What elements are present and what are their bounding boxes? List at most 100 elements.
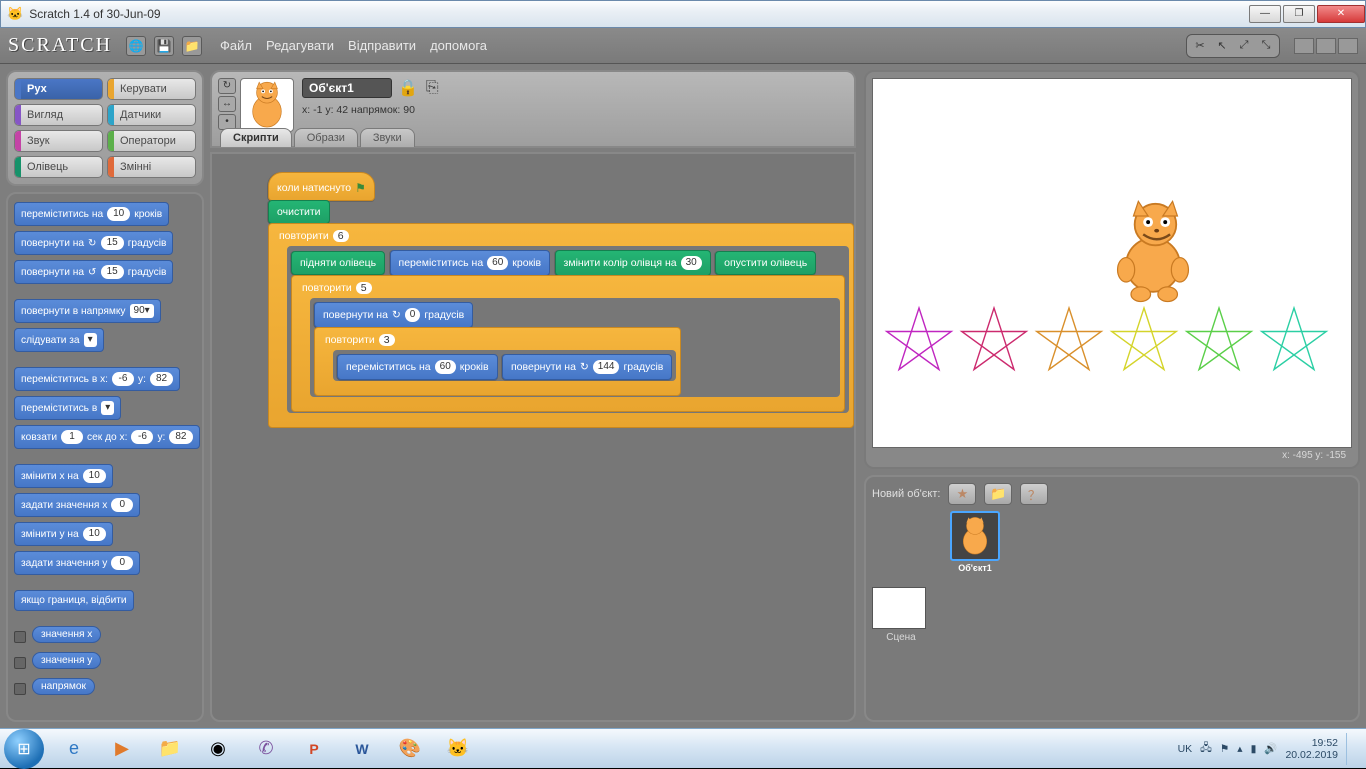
palette-point-dir[interactable]: повернути в напрямку90▾ [14, 299, 161, 323]
tray-flag-icon[interactable]: ⚑ [1220, 743, 1229, 755]
taskbar-wmp-icon[interactable]: ▶ [100, 733, 144, 765]
tray-lang[interactable]: UK [1178, 743, 1193, 755]
app-icon: 🐱 [7, 6, 23, 22]
tab-sounds[interactable]: Звуки [360, 128, 415, 147]
sprite-list-item-selected[interactable]: Об'єкт1 [946, 511, 1004, 573]
palette-reporter[interactable]: значення y [14, 652, 196, 674]
view-present[interactable] [1338, 38, 1358, 54]
pointer-icon[interactable]: ↖ [1212, 37, 1232, 55]
taskbar-ie-icon[interactable]: e [52, 733, 96, 765]
palette-set-y[interactable]: задати значення y0 [14, 551, 140, 575]
tray-battery-icon[interactable]: ▮ [1251, 743, 1257, 755]
stage-star [1258, 304, 1333, 385]
rotate-style-lr-icon[interactable]: ↔ [218, 96, 236, 112]
taskbar-chrome-icon[interactable]: ◉ [196, 733, 240, 765]
palette-move-steps[interactable]: переміститись на10кроків [14, 202, 169, 226]
script-area[interactable]: коли натиснуто ⚑ очистити повторити6 під… [210, 152, 856, 722]
category-рух[interactable]: Рух [14, 78, 103, 100]
category-змінні[interactable]: Змінні [107, 156, 196, 178]
block-clear[interactable]: очистити [268, 200, 330, 224]
new-sprite-paint-icon[interactable]: ★ [948, 483, 976, 505]
palette-bounce[interactable]: якщо границя, відбити [14, 590, 134, 611]
palette-change-y[interactable]: змінити y на10 [14, 522, 113, 546]
taskbar-scratch-icon[interactable]: 🐱 [436, 733, 480, 765]
palette-reporter[interactable]: напрямок [14, 678, 196, 700]
palette-goto-xy[interactable]: переміститись в x:-6y:82 [14, 367, 180, 391]
palette-turn-ccw[interactable]: повернути на↺15градусів [14, 260, 173, 284]
tab-costumes[interactable]: Образи [294, 128, 358, 147]
menu-edit[interactable]: Редагувати [266, 38, 334, 53]
block-pen-up[interactable]: підняти олівець [291, 251, 385, 275]
mouse-coords: x: -495 y: -155 [872, 448, 1352, 461]
save-icon[interactable]: 💾 [154, 36, 174, 56]
menu-file[interactable]: Файл [220, 38, 252, 53]
app-body: РухКеруватиВиглядДатчикиЗвукОператориОлі… [0, 64, 1366, 728]
tray-volume-icon[interactable]: 🔊 [1264, 742, 1277, 755]
category-олівець[interactable]: Олівець [14, 156, 103, 178]
os-taskbar: ⊞ e ▶ 📁 ◉ ✆ P W 🎨 🐱 UK 🖧 ⚑ ▴ ▮ 🔊 19:52 2… [0, 728, 1366, 768]
maximize-button[interactable]: ❐ [1283, 5, 1315, 23]
palette-set-x[interactable]: задати значення x0 [14, 493, 140, 517]
sprite-thumb[interactable] [240, 78, 294, 132]
stage[interactable] [872, 78, 1352, 448]
rotate-style-full-icon[interactable]: ↻ [218, 78, 236, 94]
taskbar-paint-icon[interactable]: 🎨 [388, 733, 432, 765]
folder-icon[interactable]: 📁 [182, 36, 202, 56]
tray-chevron-up-icon[interactable]: ▴ [1237, 743, 1242, 755]
block-turn-144[interactable]: повернути на↻144градусів [502, 354, 672, 380]
category-звук[interactable]: Звук [14, 130, 103, 152]
show-desktop-button[interactable] [1346, 733, 1356, 765]
new-sprite-file-icon[interactable]: 📁 [984, 483, 1012, 505]
view-small[interactable] [1294, 38, 1314, 54]
category-оператори[interactable]: Оператори [107, 130, 196, 152]
stage-column: x: -495 y: -155 Новий об'єкт: ★ 📁 ？ Об'є… [860, 64, 1366, 728]
stage-star [958, 304, 1033, 385]
category-вигляд[interactable]: Вигляд [14, 104, 103, 126]
category-керувати[interactable]: Керувати [107, 78, 196, 100]
block-pen-down[interactable]: опустити олівець [715, 251, 816, 275]
category-датчики[interactable]: Датчики [107, 104, 196, 126]
start-button[interactable]: ⊞ [4, 729, 44, 769]
block-move-60[interactable]: переміститись на60кроків [390, 250, 551, 276]
tab-scripts[interactable]: Скрипти [220, 128, 292, 147]
window-title: Scratch 1.4 of 30-Jun-09 [29, 7, 160, 21]
taskbar-viber-icon[interactable]: ✆ [244, 733, 288, 765]
block-change-pen-color[interactable]: змінити колір олівця на30 [555, 250, 711, 276]
menu-help[interactable]: допомога [430, 38, 487, 53]
block-repeat-5[interactable]: повторити5 повернути на↻0градусів повтор… [291, 275, 845, 412]
stage-thumb[interactable]: Сцена [872, 587, 930, 643]
block-turn-0[interactable]: повернути на↻0градусів [314, 302, 473, 328]
menu-share[interactable]: Відправити [348, 38, 416, 53]
stage-star [1183, 304, 1258, 385]
view-normal[interactable] [1316, 38, 1336, 54]
palette-turn-cw[interactable]: повернути на↻15градусів [14, 231, 173, 255]
lock-icon[interactable]: 🔒 [398, 78, 418, 98]
shrink-icon[interactable]: ⤡ [1256, 37, 1276, 55]
stamp-icon[interactable]: ✂ [1190, 37, 1210, 55]
sprite-header: ↻ ↔ • Об'єкт1 🔒 ⎘ [210, 70, 856, 148]
grow-icon[interactable]: ⤢ [1234, 37, 1254, 55]
palette-reporter[interactable]: значення x [14, 626, 196, 648]
block-repeat-3[interactable]: повторити3 переміститись на60кроків пове… [314, 327, 681, 396]
globe-icon[interactable]: 🌐 [126, 36, 146, 56]
palette-point-towards[interactable]: слідувати за▾ [14, 328, 104, 352]
tray-network-icon[interactable]: 🖧 [1200, 740, 1212, 758]
taskbar-powerpoint-icon[interactable]: P [292, 733, 336, 765]
block-repeat-6[interactable]: повторити6 підняти олівець переміститись… [268, 223, 854, 428]
tray-clock[interactable]: 19:52 20.02.2019 [1285, 737, 1338, 761]
scratch-logo: SCRATCH [8, 34, 112, 57]
palette-change-x[interactable]: змінити x на10 [14, 464, 113, 488]
new-sprite-surprise-icon[interactable]: ？ [1020, 483, 1048, 505]
palette-goto[interactable]: переміститись в▾ [14, 396, 121, 420]
taskbar-word-icon[interactable]: W [340, 733, 384, 765]
sprite-name-field[interactable]: Об'єкт1 [302, 78, 392, 98]
export-icon[interactable]: ⎘ [426, 79, 439, 97]
taskbar-explorer-icon[interactable]: 📁 [148, 733, 192, 765]
close-button[interactable]: ✕ [1317, 5, 1365, 23]
script-stack[interactable]: коли натиснуто ⚑ очистити повторити6 під… [268, 172, 854, 427]
block-move-60b[interactable]: переміститись на60кроків [337, 354, 498, 380]
block-when-flag[interactable]: коли натиснуто ⚑ [268, 172, 375, 201]
minimize-button[interactable]: — [1249, 5, 1281, 23]
stage-sprite-cat[interactable] [1103, 194, 1203, 309]
palette-glide[interactable]: ковзати1сек до x:-6y:82 [14, 425, 200, 449]
